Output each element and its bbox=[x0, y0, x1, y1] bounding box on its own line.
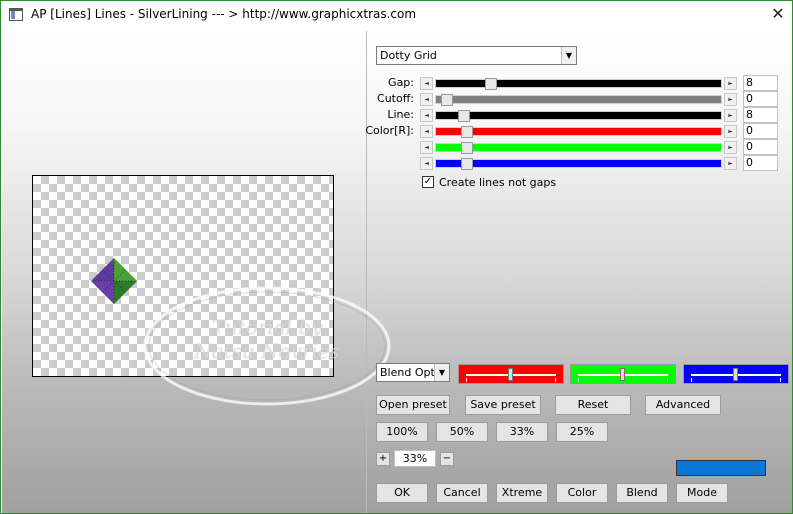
color-button[interactable]: Color bbox=[556, 483, 608, 503]
swatch-tick bbox=[466, 378, 467, 382]
param-value-field[interactable]: 0 bbox=[743, 139, 778, 155]
blend-options-dropdown[interactable]: Blend Optio ▼ bbox=[376, 363, 450, 382]
param-slider[interactable]: ◄ ► bbox=[420, 77, 737, 90]
param-slider[interactable]: ◄ ► bbox=[420, 125, 737, 138]
title-bar[interactable]: AP [Lines] Lines - SilverLining --- > ht… bbox=[1, 1, 792, 30]
slider-fill bbox=[436, 160, 721, 167]
blend-swatch[interactable] bbox=[683, 364, 789, 384]
scroll-left-icon[interactable]: ◄ bbox=[420, 157, 433, 170]
scroll-right-icon[interactable]: ► bbox=[724, 125, 737, 138]
zoom-in-button[interactable]: + bbox=[376, 452, 390, 466]
swatch-slider-knob[interactable] bbox=[733, 368, 738, 381]
scroll-left-icon[interactable]: ◄ bbox=[420, 77, 433, 90]
chevron-down-icon[interactable]: ▼ bbox=[561, 47, 576, 64]
zoom-value-field[interactable]: 33% bbox=[394, 450, 436, 467]
param-slider[interactable]: ◄ ► bbox=[420, 157, 737, 170]
zoom-33-button[interactable]: 33% bbox=[496, 422, 548, 442]
blend-swatch[interactable] bbox=[458, 364, 564, 384]
app-icon bbox=[9, 8, 23, 21]
close-button[interactable]: ✕ bbox=[763, 3, 792, 25]
param-value-field[interactable]: 0 bbox=[743, 123, 778, 139]
dialog-body: Tutorial by Natsu Novries Dotty Grid ▼ G… bbox=[2, 31, 792, 513]
zoom-50-button[interactable]: 50% bbox=[436, 422, 488, 442]
effect-dropdown-value: Dotty Grid bbox=[380, 49, 437, 62]
watermark-line2: Natsu Novries bbox=[194, 339, 340, 363]
swatch-tick bbox=[780, 378, 781, 382]
swatch-tick bbox=[578, 378, 579, 382]
swatch-slider-knob[interactable] bbox=[508, 368, 513, 381]
slider-track[interactable] bbox=[435, 142, 722, 154]
ok-button[interactable]: OK bbox=[376, 483, 428, 503]
slider-track[interactable] bbox=[435, 78, 722, 90]
scroll-left-icon[interactable]: ◄ bbox=[420, 109, 433, 122]
scroll-right-icon[interactable]: ► bbox=[724, 109, 737, 122]
plugin-window: AP [Lines] Lines - SilverLining --- > ht… bbox=[0, 0, 793, 514]
scroll-left-icon[interactable]: ◄ bbox=[420, 141, 433, 154]
scroll-right-icon[interactable]: ► bbox=[724, 157, 737, 170]
slider-fill bbox=[436, 96, 721, 103]
scroll-right-icon[interactable]: ► bbox=[724, 141, 737, 154]
scroll-left-icon[interactable]: ◄ bbox=[420, 93, 433, 106]
param-value-field[interactable]: 0 bbox=[743, 91, 778, 107]
chevron-down-icon[interactable]: ▼ bbox=[434, 364, 449, 381]
slider-track[interactable] bbox=[435, 158, 722, 170]
param-value-field[interactable]: 8 bbox=[743, 107, 778, 123]
zoom-25-button[interactable]: 25% bbox=[556, 422, 608, 442]
watermark-text: Tutorial by Natsu Novries bbox=[144, 315, 390, 363]
slider-thumb[interactable] bbox=[461, 142, 473, 154]
slider-thumb[interactable] bbox=[458, 110, 470, 122]
param-slider[interactable]: ◄ ► bbox=[420, 141, 737, 154]
param-label: Cutoff: bbox=[377, 92, 414, 105]
slider-fill bbox=[436, 112, 721, 119]
slider-track[interactable] bbox=[435, 94, 722, 106]
blend-swatch[interactable] bbox=[570, 364, 676, 384]
swatch-tick bbox=[555, 378, 556, 382]
param-value-field[interactable]: 0 bbox=[743, 155, 778, 171]
slider-thumb[interactable] bbox=[461, 126, 473, 138]
open-preset-button[interactable]: Open preset bbox=[376, 395, 450, 415]
slider-thumb[interactable] bbox=[461, 158, 473, 170]
slider-fill bbox=[436, 80, 721, 87]
xtreme-button[interactable]: Xtreme bbox=[496, 483, 548, 503]
zoom-100-button[interactable]: 100% bbox=[376, 422, 428, 442]
advanced-button[interactable]: Advanced bbox=[645, 395, 721, 415]
slider-thumb[interactable] bbox=[485, 78, 497, 90]
swatch-slider-knob[interactable] bbox=[620, 368, 625, 381]
preview-diamond-shape bbox=[91, 258, 137, 304]
mode-button[interactable]: Mode bbox=[676, 483, 728, 503]
param-slider[interactable]: ◄ ► bbox=[420, 109, 737, 122]
effect-dropdown[interactable]: Dotty Grid ▼ bbox=[376, 46, 577, 65]
param-slider[interactable]: ◄ ► bbox=[420, 93, 737, 106]
slider-track[interactable] bbox=[435, 126, 722, 138]
swatch-tick bbox=[691, 378, 692, 382]
cancel-button[interactable]: Cancel bbox=[436, 483, 488, 503]
slider-thumb[interactable] bbox=[441, 94, 453, 106]
swatch-tick bbox=[667, 378, 668, 382]
window-title: AP [Lines] Lines - SilverLining --- > ht… bbox=[31, 7, 417, 21]
save-preset-button[interactable]: Save preset bbox=[465, 395, 541, 415]
reset-button[interactable]: Reset bbox=[555, 395, 631, 415]
slider-track[interactable] bbox=[435, 110, 722, 122]
blend-color-bar[interactable] bbox=[676, 460, 766, 476]
slider-fill bbox=[436, 128, 721, 135]
param-label: Color[R]: bbox=[365, 124, 414, 137]
param-label: Line: bbox=[387, 108, 414, 121]
scroll-right-icon[interactable]: ► bbox=[724, 93, 737, 106]
blend-button[interactable]: Blend bbox=[616, 483, 668, 503]
scroll-left-icon[interactable]: ◄ bbox=[420, 125, 433, 138]
zoom-out-button[interactable]: − bbox=[440, 452, 454, 466]
scroll-right-icon[interactable]: ► bbox=[724, 77, 737, 90]
watermark-line1: Tutorial by bbox=[211, 315, 323, 339]
create-lines-label: Create lines not gaps bbox=[439, 176, 557, 189]
param-label: Gap: bbox=[388, 76, 414, 89]
slider-fill bbox=[436, 144, 721, 151]
create-lines-checkbox[interactable]: ✓ bbox=[422, 176, 434, 188]
param-value-field[interactable]: 8 bbox=[743, 75, 778, 91]
